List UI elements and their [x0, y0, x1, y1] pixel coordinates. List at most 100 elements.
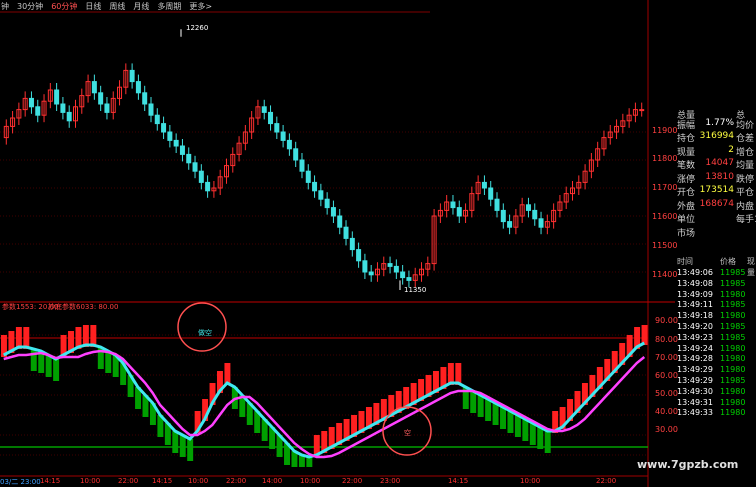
ind-bar	[30, 349, 37, 371]
tick-time: 13:49:31	[677, 397, 713, 407]
tick-price: 11980	[720, 386, 746, 396]
candle-body	[129, 69, 135, 83]
ind-bar	[485, 399, 492, 421]
quote-key2: 每手10	[736, 215, 756, 225]
quote-key2: 均量	[736, 161, 755, 171]
tick-time: 13:49:08	[677, 278, 713, 288]
candle-body	[286, 139, 292, 150]
candle-body	[400, 271, 406, 279]
tick-row: 13:49:28 11980	[675, 354, 756, 365]
annotation-circle-top	[177, 302, 227, 352]
ind-bar	[507, 411, 514, 433]
tick-row: 13:49:24 11980	[675, 344, 756, 355]
candle-body	[343, 226, 349, 239]
price-tick: 11900	[652, 126, 678, 135]
tick-price: 11980	[720, 311, 746, 321]
quote-row: 涨停 13810 跌停	[675, 172, 756, 185]
tick-time: 13:49:18	[677, 311, 713, 321]
quote-row: 持仓 316994 仓差	[675, 131, 756, 144]
x-prefix: 03/二 23:00	[0, 478, 41, 486]
tick-price: 11985	[720, 268, 746, 277]
candle-body	[293, 148, 299, 161]
x-tick: 14:15	[40, 477, 61, 485]
quote-key2: 增仓	[736, 147, 755, 158]
candle-body	[538, 218, 544, 228]
period-tab-day[interactable]: 日线	[84, 1, 102, 12]
candle-body	[330, 207, 336, 217]
quote-key: 市场	[677, 228, 696, 239]
quote-key: 笔数	[677, 161, 696, 171]
period-tab-month[interactable]: 月线	[132, 1, 150, 12]
ind-bar	[53, 359, 60, 381]
tick-row: 13:49:30 11980	[675, 387, 756, 398]
indicator-label-2: 抄底参数6033: 80.00	[48, 303, 119, 311]
candle-body	[312, 181, 318, 192]
tick-time: 13:49:30	[677, 386, 713, 396]
price-tick: 11400	[652, 270, 678, 279]
ind-bar	[500, 407, 506, 429]
trading-terminal: 钟 30分钟 60分钟 日线 周线 月线 多周期 更多> 参数1553: 20.…	[0, 0, 756, 487]
period-tab-more[interactable]: 更多>	[188, 1, 213, 12]
x-tick: 22:00	[596, 477, 617, 485]
x-tick: 14:00	[262, 477, 283, 485]
quote-key2: 跌停	[736, 174, 755, 185]
period-tab-min[interactable]: 钟	[0, 1, 10, 12]
candle-body	[456, 207, 462, 217]
candle-body	[186, 153, 192, 164]
candle-body	[66, 111, 72, 122]
tick-row: 13:49:09 11980	[675, 290, 756, 301]
quote-row: 单位 每手10	[675, 212, 756, 225]
x-tick: 10:00	[520, 477, 541, 485]
ind-bar	[306, 457, 313, 467]
ind-bar	[537, 427, 544, 449]
period-tab-multi[interactable]: 多周期	[156, 1, 182, 12]
quote-key: 外盘	[677, 201, 696, 212]
period-tab-week[interactable]: 周线	[108, 1, 126, 12]
ind-bar	[492, 403, 499, 425]
ind-bar	[544, 431, 551, 453]
indicator-bottom-label: 空	[404, 429, 411, 437]
quote-value: 173514	[699, 185, 734, 195]
ind-bar	[187, 439, 194, 461]
candle-body	[167, 131, 173, 141]
tick-header: 时间 价格 现量	[675, 256, 756, 277]
tick-time: 13:49:33	[677, 408, 713, 418]
candle-body	[324, 198, 330, 209]
tick-price: 11985	[720, 300, 746, 310]
quote-value: 2	[728, 144, 734, 155]
period-tab-60min[interactable]: 60分钟	[50, 1, 78, 12]
x-tick: 22:00	[118, 477, 139, 485]
candle-body	[362, 260, 368, 273]
price-tick: 11800	[652, 154, 678, 163]
candle-body	[142, 92, 148, 105]
ind-bar	[105, 351, 112, 373]
candle-body	[500, 209, 506, 223]
candle-body	[261, 106, 267, 113]
ind-bar	[522, 419, 529, 441]
tick-price: 11985	[720, 322, 746, 331]
indicator-empty-label: 做空	[198, 329, 212, 337]
ind-bar	[514, 415, 521, 437]
period-tab-30min[interactable]: 30分钟	[16, 1, 44, 12]
quote-value: 13810	[705, 171, 734, 182]
tick-price: 11985	[720, 332, 746, 342]
candle-body	[368, 271, 374, 276]
candle-body	[481, 181, 487, 189]
price-tick: 11500	[652, 241, 678, 250]
tick-price: 11980	[720, 343, 746, 353]
candle-body	[179, 145, 185, 155]
quote-key2: 仓差	[736, 134, 755, 144]
quote-key2: 均价	[736, 120, 755, 131]
quote-key: 开仓	[677, 188, 696, 198]
tick-header-price: 价格	[720, 257, 736, 266]
candle-body	[268, 111, 274, 125]
candle-body	[299, 159, 305, 172]
tick-price: 11980	[720, 408, 746, 418]
candle-body	[161, 123, 167, 133]
tick-time: 13:49:06	[677, 268, 713, 277]
tick-row: 13:49:18 11980	[675, 311, 756, 322]
quote-row: 外盘 168674 内盘	[675, 199, 756, 212]
tick-price: 11980	[720, 365, 746, 375]
tick-header-time: 时间	[677, 257, 693, 266]
x-tick: 14:15	[448, 477, 469, 485]
